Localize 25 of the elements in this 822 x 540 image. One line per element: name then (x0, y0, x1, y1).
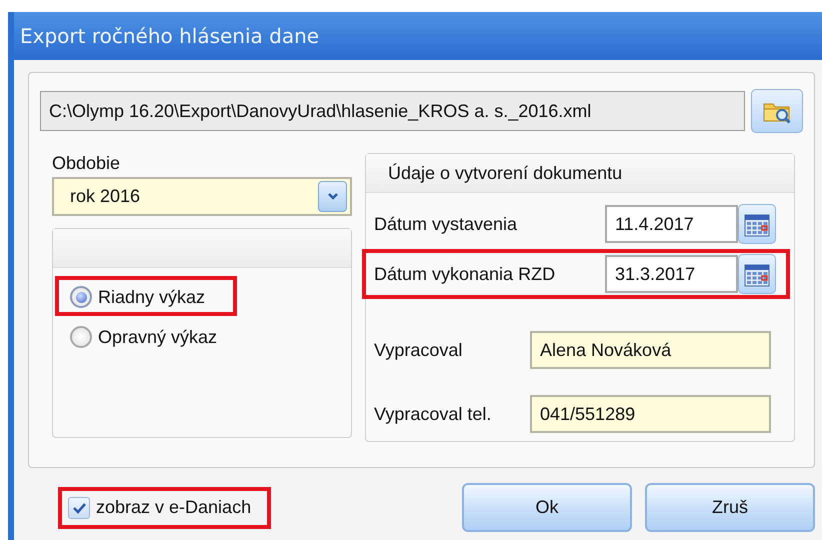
checkmark-icon (72, 501, 86, 514)
field-label: Dátum vykonania RZD (374, 264, 556, 284)
file-path-field[interactable]: C:\Olymp 16.20\Export\DanovyUrad\hlasenie_KROS a. s._2016.xml (40, 91, 745, 131)
input-field[interactable]: Alena Nováková (530, 331, 771, 369)
period-dropdown[interactable]: rok 2016 (52, 177, 352, 216)
window-title: Export ročného hlásenia dane (20, 24, 320, 48)
radio-option[interactable]: Riadny výkaz (55, 276, 238, 316)
calendar-button[interactable] (738, 204, 776, 244)
date-field[interactable]: 31.3.2017 (605, 255, 738, 293)
field-label: Obdobie (52, 153, 122, 174)
calendar-icon (744, 212, 770, 236)
checkbox[interactable]: zobraz v e-Daniach (58, 486, 272, 528)
radio-option[interactable]: Opravný výkaz (55, 316, 234, 356)
field-label: Vypracoval (374, 340, 464, 360)
cancel-button[interactable]: Zruš (645, 483, 815, 532)
group-title: Údaje o vytvorení dokumentu (366, 154, 794, 193)
browse-button[interactable] (751, 89, 803, 133)
field-label: Vypracoval tel. (374, 404, 492, 424)
ok-button[interactable]: Ok (462, 483, 632, 532)
calendar-button[interactable] (738, 254, 776, 294)
chevron-down-icon (328, 193, 338, 200)
input-field[interactable]: 041/551289 (530, 395, 771, 433)
date-field[interactable]: 11.4.2017 (605, 205, 738, 243)
field-label: Dátum vystavenia (374, 214, 518, 234)
calendar-icon (744, 262, 770, 286)
